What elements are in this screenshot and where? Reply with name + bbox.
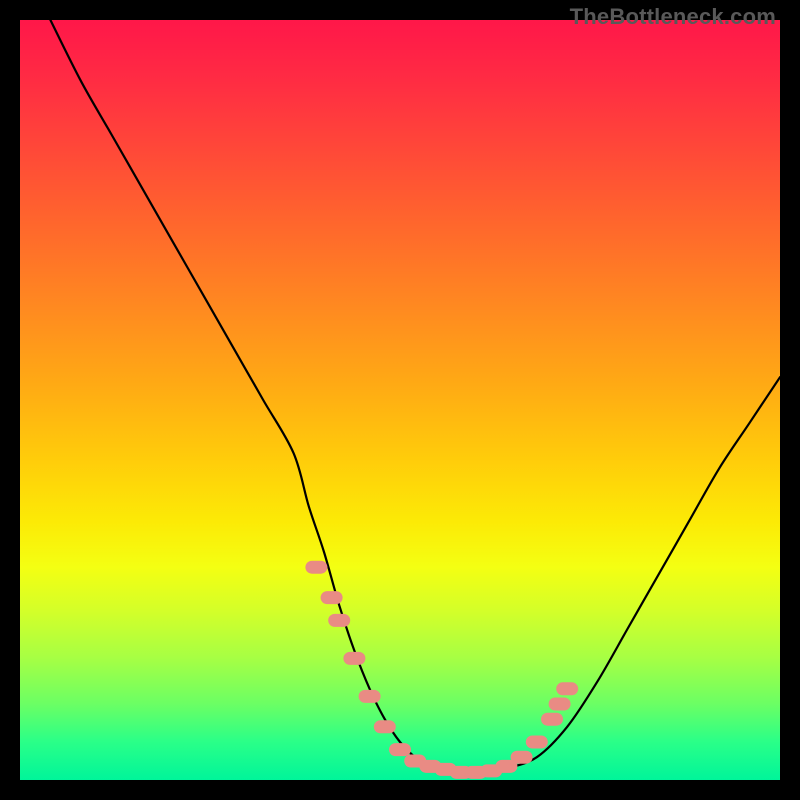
highlight-markers: [305, 561, 578, 779]
marker-point: [526, 736, 548, 749]
marker-point: [328, 614, 350, 627]
marker-point: [321, 591, 343, 604]
marker-point: [541, 713, 563, 726]
marker-point: [556, 682, 578, 695]
chart-frame: TheBottleneck.com: [0, 0, 800, 800]
marker-point: [343, 652, 365, 665]
marker-point: [305, 561, 327, 574]
marker-point: [374, 720, 396, 733]
chart-svg: [20, 20, 780, 780]
marker-point: [359, 690, 381, 703]
marker-point: [389, 743, 411, 756]
marker-point: [549, 698, 571, 711]
bottleneck-curve: [50, 20, 780, 773]
marker-point: [511, 751, 533, 764]
